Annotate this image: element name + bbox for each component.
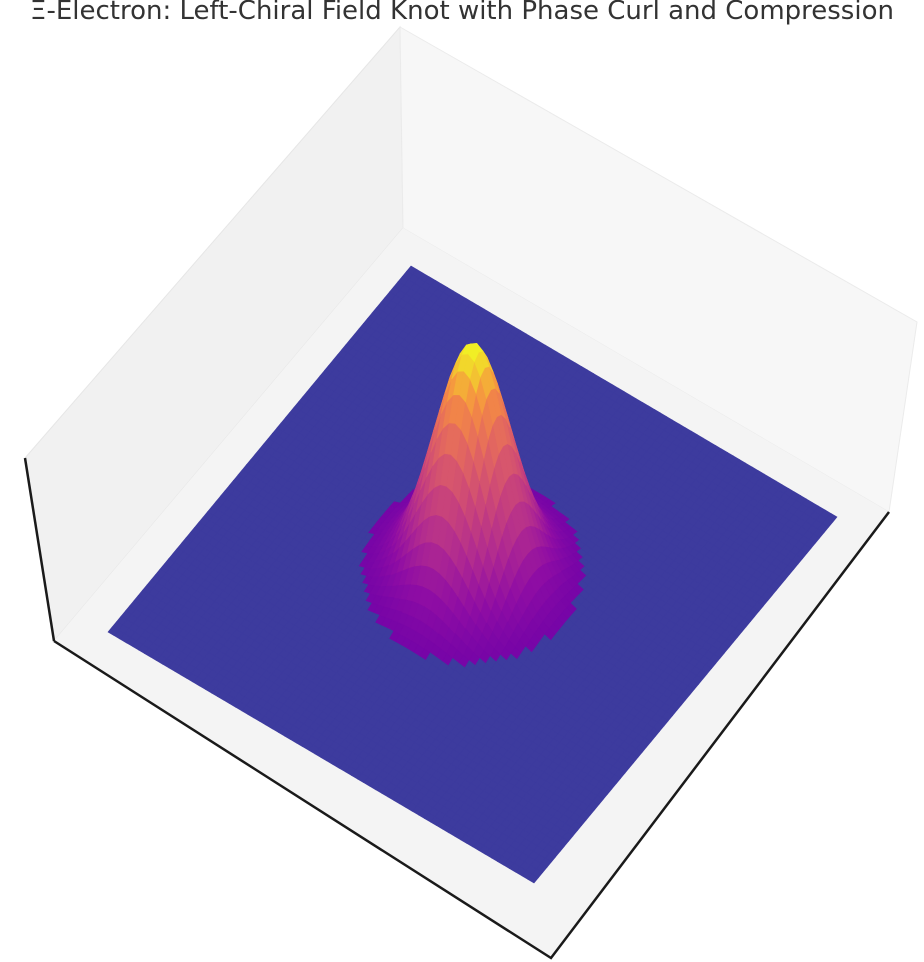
surface-plot [23,25,918,960]
